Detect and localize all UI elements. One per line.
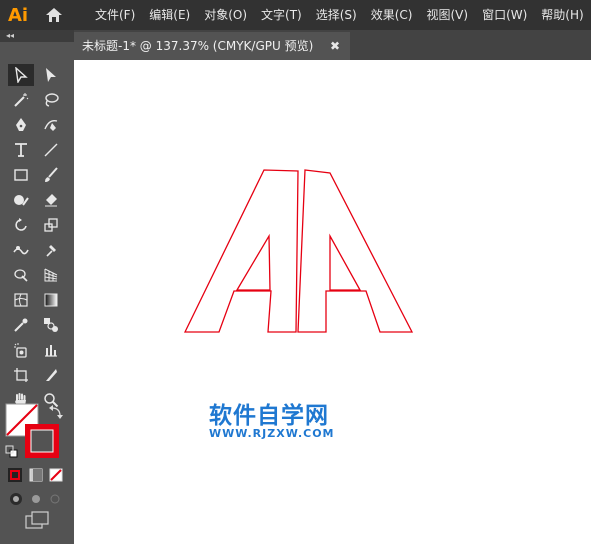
watermark-title: 软件自学网 — [209, 403, 329, 429]
selection-tool-icon — [15, 67, 28, 83]
curvature-tool-icon — [44, 119, 58, 131]
default-colors-icon[interactable] — [5, 445, 18, 458]
curvature-tool[interactable] — [38, 114, 64, 136]
eraser-tool[interactable] — [38, 189, 64, 211]
eraser-icon — [45, 194, 57, 207]
color-mode-button[interactable] — [8, 468, 22, 482]
line-tool[interactable] — [38, 139, 64, 161]
menu-file[interactable]: 文件(F) — [88, 0, 142, 30]
pen-tool[interactable] — [8, 114, 34, 136]
magic-wand-tool[interactable] — [8, 89, 34, 111]
type-tool-icon — [15, 143, 27, 157]
scale-tool[interactable] — [38, 214, 64, 236]
scale-icon — [44, 218, 58, 232]
fill-stroke-controls — [5, 403, 63, 529]
puppet-warp-tool[interactable] — [38, 239, 64, 261]
direct-selection-tool-icon — [46, 68, 56, 82]
line-tool-icon — [44, 143, 58, 157]
puppet-warp-icon — [46, 245, 56, 257]
symbol-sprayer-icon — [14, 343, 27, 358]
rectangle-tool-icon — [14, 169, 28, 181]
symbol-sprayer-tool[interactable] — [8, 339, 34, 361]
menu-help[interactable]: 帮助(H) — [534, 0, 590, 30]
menu-select[interactable]: 选择(S) — [309, 0, 364, 30]
shaper-tool[interactable] — [8, 189, 34, 211]
eyedropper-tool[interactable] — [8, 314, 34, 336]
slice-tool[interactable] — [38, 364, 64, 386]
gradient-tool[interactable] — [38, 289, 64, 311]
graph-icon — [45, 345, 57, 357]
rectangle-tool[interactable] — [8, 164, 34, 186]
stroke-swatch[interactable] — [25, 424, 59, 458]
perspective-grid-tool[interactable] — [38, 264, 64, 286]
direct-selection-tool[interactable] — [38, 64, 64, 86]
home-button[interactable] — [36, 0, 72, 30]
document-tab[interactable]: 未标题-1* @ 137.37% (CMYK/GPU 预览) ✖ — [74, 32, 350, 60]
paintbrush-tool[interactable] — [38, 164, 64, 186]
gradient-mode-button[interactable] — [29, 468, 43, 482]
blend-tool[interactable] — [38, 314, 64, 336]
rotate-tool[interactable] — [8, 214, 34, 236]
close-icon[interactable]: ✖ — [330, 32, 340, 60]
menu-window[interactable]: 窗口(W) — [475, 0, 534, 30]
mesh-tool[interactable] — [8, 289, 34, 311]
swap-fill-stroke-icon[interactable] — [49, 405, 63, 419]
slice-icon — [46, 369, 57, 381]
document-tab-title: 未标题-1* @ 137.37% (CMYK/GPU 预览) — [82, 39, 314, 53]
none-mode-button[interactable] — [49, 468, 63, 482]
shape-builder-icon — [14, 269, 28, 282]
menu-object[interactable]: 对象(O) — [197, 0, 254, 30]
pen-tool-icon — [16, 118, 26, 131]
menu-bar: Ai 文件(F) 编辑(E) 对象(O) 文字(T) 选择(S) 效果(C) 视… — [0, 0, 591, 30]
menu-effect[interactable]: 效果(C) — [364, 0, 420, 30]
document-tab-bar: 未标题-1* @ 137.37% (CMYK/GPU 预览) ✖ — [74, 30, 591, 60]
menu-edit[interactable]: 编辑(E) — [142, 0, 197, 30]
rotate-icon — [15, 218, 27, 231]
screen-mode-button[interactable] — [25, 511, 49, 529]
letter-a-left[interactable] — [183, 169, 299, 333]
graph-tool[interactable] — [38, 339, 64, 361]
letter-a-right[interactable] — [297, 169, 414, 333]
perspective-grid-icon — [44, 268, 58, 282]
lasso-icon — [45, 93, 59, 107]
shaper-tool-icon — [14, 195, 29, 206]
type-tool[interactable] — [8, 139, 34, 161]
lasso-tool[interactable] — [38, 89, 64, 111]
artboard-tool[interactable] — [8, 364, 34, 386]
eyedropper-icon — [14, 318, 28, 332]
width-tool[interactable] — [8, 239, 34, 261]
mesh-icon — [14, 293, 28, 307]
artwork — [183, 169, 414, 333]
paintbrush-icon — [45, 167, 58, 182]
blend-icon — [44, 318, 58, 332]
panel-collapse-button[interactable]: ◂◂ — [0, 30, 74, 42]
watermark-url: WWW.RJZXW.COM — [209, 427, 335, 440]
artboard-icon — [14, 368, 28, 382]
gradient-icon — [44, 293, 58, 307]
selection-tool[interactable] — [8, 64, 34, 86]
menu-type[interactable]: 文字(T) — [254, 0, 309, 30]
menu-view[interactable]: 视图(V) — [419, 0, 475, 30]
home-icon — [46, 8, 62, 22]
drawing-modes[interactable] — [10, 493, 60, 505]
shape-builder-tool[interactable] — [8, 264, 34, 286]
app-logo: Ai — [7, 4, 29, 26]
width-tool-icon — [13, 246, 29, 255]
magic-wand-icon — [14, 93, 29, 107]
artboard-canvas[interactable]: 软件自学网 WWW.RJZXW.COM — [74, 60, 591, 544]
